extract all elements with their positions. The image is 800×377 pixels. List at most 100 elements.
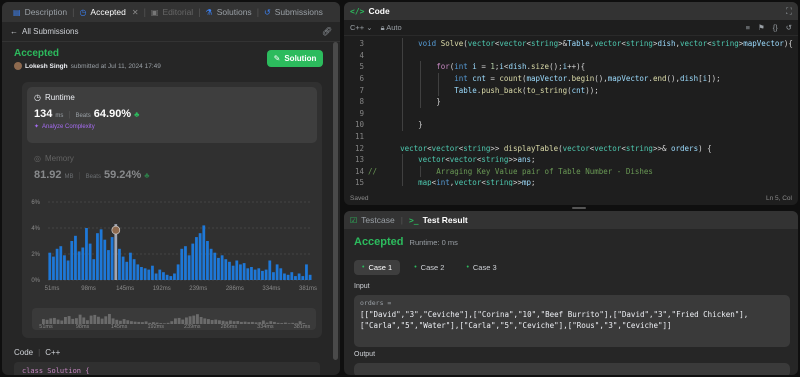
distribution-bar[interactable] (74, 235, 77, 280)
code-editor[interactable]: 3 void Solve(vector<vector<string>&Table… (344, 38, 798, 186)
distribution-bar[interactable] (147, 269, 151, 280)
runtime-box[interactable]: ◷ Runtime 134 ms | Beats 64.90% ♣ ✦ Anal… (27, 87, 317, 143)
distribution-bar[interactable] (264, 269, 268, 280)
distribution-bar[interactable] (198, 233, 202, 280)
distribution-bar[interactable] (143, 268, 147, 280)
bookmark-icon[interactable]: ⚑ (758, 23, 765, 32)
distribution-bar[interactable] (99, 229, 103, 280)
distribution-bar[interactable] (48, 252, 52, 280)
case-tab-1[interactable]: • Case 1 (354, 260, 401, 275)
distribution-bar[interactable] (140, 267, 143, 280)
distribution-bar[interactable] (250, 267, 253, 280)
distribution-bar[interactable] (92, 259, 96, 280)
distribution-bar[interactable] (118, 248, 121, 280)
distribution-bar[interactable] (283, 273, 286, 281)
distribution-bar[interactable] (66, 260, 70, 281)
distribution-bar[interactable] (305, 264, 308, 280)
distribution-bar[interactable] (70, 241, 74, 280)
code-line[interactable]: 11 (344, 131, 798, 143)
distribution-bar[interactable] (268, 260, 272, 281)
distribution-bar[interactable] (297, 273, 301, 281)
code-line[interactable]: 13 vector<vector<string>>ans; (344, 153, 798, 166)
analyze-complexity-link[interactable]: ✦ Analyze Complexity (34, 123, 310, 131)
code-line[interactable]: 9 (344, 107, 798, 120)
code-line[interactable]: 10 } (344, 119, 798, 131)
left-scrollbar[interactable] (333, 42, 338, 362)
distribution-bar[interactable] (242, 263, 246, 280)
distribution-bar[interactable] (231, 265, 235, 280)
distribution-bar[interactable] (151, 265, 154, 280)
code-line[interactable]: 15 map<int,vector<string>>mp; (344, 177, 798, 186)
distribution-bar[interactable] (121, 256, 125, 280)
close-tab-icon[interactable]: ✕ (132, 8, 139, 17)
distribution-bar[interactable] (217, 257, 220, 280)
distribution-bar[interactable] (301, 276, 305, 280)
solution-button[interactable]: ✎ Solution (267, 50, 323, 67)
distribution-bar[interactable] (184, 246, 187, 280)
language-select[interactable]: C++ ⌄ (350, 23, 373, 32)
distribution-bar[interactable] (206, 241, 209, 280)
format-icon[interactable]: ≡ (746, 23, 750, 32)
distribution-bar[interactable] (107, 250, 110, 280)
distribution-bar[interactable] (136, 264, 140, 280)
case-tab-2[interactable]: • Case 2 (406, 260, 452, 275)
distribution-bar[interactable] (294, 276, 297, 280)
code-line[interactable]: 3 void Solve(vector<vector<string>&Table… (344, 38, 798, 50)
code-line[interactable]: 14 // Arraging Key Value pair of Table Nu… (344, 165, 798, 178)
distribution-bar[interactable] (81, 247, 85, 281)
distribution-bar[interactable] (55, 248, 59, 280)
code-line[interactable]: 7 Table.push_back(to_string(cnt)); (344, 84, 798, 96)
distribution-bar[interactable] (191, 243, 195, 280)
distribution-bar[interactable] (176, 264, 180, 280)
code-line[interactable]: 5 for(int i = 1;i<dish.size();i++){ (344, 61, 798, 73)
author-name[interactable]: Lokesh Singh (25, 63, 68, 70)
distribution-bar[interactable] (213, 252, 217, 280)
tab-testcase[interactable]: ☑ Testcase (350, 215, 395, 225)
distribution-bar[interactable] (261, 270, 264, 280)
avatar[interactable] (14, 62, 22, 70)
distribution-bar[interactable] (103, 239, 107, 280)
distribution-bar[interactable] (228, 261, 231, 280)
distribution-bar[interactable] (246, 268, 250, 280)
code-line[interactable]: 8 } (344, 95, 798, 108)
distribution-bar[interactable] (158, 269, 162, 280)
distribution-bar[interactable] (180, 248, 184, 280)
auto-mode-toggle[interactable]: 🔒︎ Auto (381, 23, 402, 33)
distribution-bar[interactable] (77, 251, 81, 280)
braces-icon[interactable]: {} (773, 23, 778, 32)
distribution-bar[interactable] (169, 276, 173, 280)
distribution-bar[interactable] (279, 268, 283, 280)
distribution-bar[interactable] (88, 243, 92, 280)
distribution-bar[interactable] (275, 264, 279, 280)
all-submissions-link[interactable]: ← All Submissions (10, 27, 78, 36)
maximize-icon[interactable]: ⛶ (786, 6, 792, 17)
distribution-bar[interactable] (165, 274, 169, 280)
code-line[interactable]: 4 (344, 49, 798, 62)
case-tab-3[interactable]: • Case 3 (458, 260, 504, 275)
distribution-bar[interactable] (85, 228, 88, 280)
code-line[interactable]: 6 int cnt = count(mapVector.begin(),mapV… (344, 72, 798, 85)
reset-icon[interactable]: ↺ (786, 23, 792, 32)
distribution-bar[interactable] (195, 237, 198, 280)
runtime-range-slider[interactable]: 51ms 98ms 145ms 192ms 239ms 286ms 334ms 381ms (32, 308, 316, 330)
distribution-bar[interactable] (224, 259, 228, 280)
runtime-distribution-chart[interactable]: 6% 4% 2% 0% 51ms 98ms 145ms 192ms 239ms 286ms 334m… (22, 194, 322, 304)
distribution-bar[interactable] (110, 237, 114, 280)
panel-resize-handle[interactable] (572, 207, 586, 209)
tab-accepted[interactable]: ◷ Accepted ✕ (74, 2, 143, 22)
code-line[interactable]: 12 vector<vector<string>> displayTable(v… (344, 142, 798, 154)
distribution-bar[interactable] (253, 269, 257, 280)
tab-submissions[interactable]: ↺ Submissions (259, 2, 328, 22)
distribution-bar[interactable] (235, 260, 239, 281)
distribution-bar[interactable] (308, 274, 312, 280)
tab-solutions[interactable]: ⚗ Solutions (201, 2, 257, 22)
scroll-thumb[interactable] (333, 42, 338, 360)
distribution-bar[interactable] (96, 233, 99, 280)
link-icon[interactable]: 🔗︎ (322, 27, 332, 36)
distribution-bar[interactable] (220, 255, 224, 280)
tab-editorial[interactable]: ▣ Editorial (146, 2, 198, 22)
distribution-bar[interactable] (239, 264, 242, 280)
distribution-bar[interactable] (154, 273, 158, 281)
tab-test-result[interactable]: >_ Test Result (409, 215, 468, 225)
tab-description[interactable]: ▤ Description (8, 2, 72, 22)
